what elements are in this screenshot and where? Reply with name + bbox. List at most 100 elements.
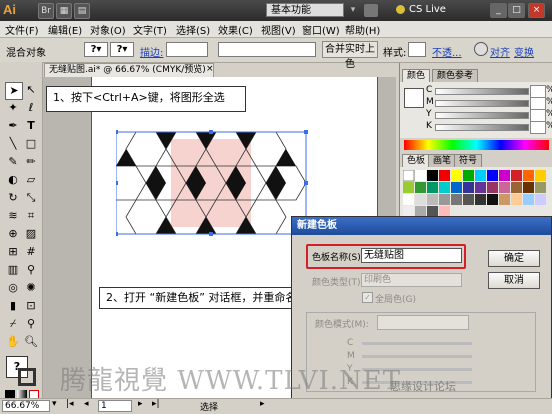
opacity-link[interactable]: 不透... [432, 44, 462, 59]
transform-link[interactable]: 变换 [514, 44, 534, 59]
cancel-button[interactable]: 取消 [488, 272, 540, 289]
direct-selection-tool-icon[interactable]: ↖ [23, 82, 39, 98]
live-paint-tool-icon[interactable]: ▨ [23, 226, 39, 242]
artboard-tool-icon[interactable]: ⊡ [23, 298, 39, 314]
perspective-grid-tool-icon[interactable]: ⊞ [5, 244, 21, 260]
menu-effect[interactable]: 效果(C) [218, 22, 253, 37]
free-transform-tool-icon[interactable]: ⌗ [23, 208, 39, 224]
zoom-dropdown-icon[interactable]: ▾ [52, 399, 57, 409]
shape-builder-tool-icon[interactable]: ⊕ [5, 226, 21, 242]
step1-callout: 1、按下<Ctrl+A>键，将图形全选 [46, 86, 246, 112]
rectangle-tool-icon[interactable]: □ [23, 136, 39, 152]
status-menu-icon[interactable]: ▸ [260, 399, 265, 409]
lasso-tool-icon[interactable]: ℓ [23, 100, 39, 116]
menu-edit[interactable]: 编辑(E) [48, 22, 82, 37]
blend-tool-icon[interactable]: ◎ [5, 280, 21, 296]
line-tool-icon[interactable]: ╲ [5, 136, 21, 152]
minimize-icon[interactable]: _ [490, 3, 507, 18]
swatch-grid[interactable] [403, 170, 550, 218]
slider-m[interactable] [435, 100, 529, 107]
menu-help[interactable]: 帮助(H) [345, 22, 380, 37]
artboard-number-field[interactable]: 1 [98, 400, 132, 412]
swatches-panel [400, 167, 552, 221]
document-tab[interactable]: 无缝贴图.ai* @ 66.67% (CMYK/预览) [44, 63, 214, 77]
tab-symbols[interactable]: 符号 [454, 154, 483, 167]
menu-view[interactable]: 视图(V) [261, 22, 296, 37]
eyedropper-tool-icon[interactable]: ⚲ [23, 262, 39, 278]
cs-live-label[interactable]: CS Live [409, 4, 446, 15]
tab-swatches[interactable]: 色板 [402, 154, 431, 167]
slider-y[interactable] [435, 112, 529, 119]
tab-brushes[interactable]: 画笔 [428, 154, 457, 167]
global-checkbox[interactable]: ✓ [362, 292, 373, 303]
layout-icon[interactable]: ▤ [74, 3, 90, 19]
k-value-input[interactable] [530, 121, 546, 134]
graphic-style-dropdown[interactable] [408, 42, 426, 57]
pen-tool-icon[interactable]: ✒ [5, 118, 21, 134]
symbol-sprayer-tool-icon[interactable]: ✺ [23, 280, 39, 296]
recolor-icon[interactable] [474, 42, 488, 56]
slice-tool-icon[interactable]: ⌿ [5, 316, 21, 332]
bridge-icon[interactable]: Br [38, 3, 54, 19]
arrange-icon[interactable]: ▦ [56, 3, 72, 19]
stroke-label[interactable]: 描边: [140, 44, 163, 59]
fill-swatch-icon[interactable] [404, 88, 424, 108]
type-tool-icon[interactable]: T [23, 118, 39, 134]
workspace-switcher[interactable]: 基本功能 [266, 3, 344, 17]
menu-file[interactable]: 文件(F) [5, 22, 39, 37]
blob-brush-tool-icon[interactable]: ◐ [5, 172, 21, 188]
tab-color[interactable]: 颜色 [402, 69, 431, 82]
mesh-tool-icon[interactable]: # [23, 244, 39, 260]
first-artboard-icon[interactable]: |◂ [66, 399, 74, 409]
zoom-field[interactable]: 66.67% [2, 400, 50, 412]
chevron-down-icon[interactable]: ▾ [348, 3, 358, 17]
global-label: 全局色(G) [375, 295, 416, 305]
align-link[interactable]: 对齐 [490, 44, 510, 59]
merge-live-paint-button[interactable]: 合并实时上色 [322, 41, 378, 70]
menu-object[interactable]: 对象(O) [90, 22, 126, 37]
control-bar: 混合对象 ?▾ ?▾ 描边: 合并实时上色 样式: 不透... 对齐 变换 [0, 38, 552, 70]
zoom-tool-icon[interactable]: ⚲ [23, 316, 39, 332]
menu-window[interactable]: 窗口(W) [302, 22, 340, 37]
tab-color-guide[interactable]: 颜色参考 [432, 69, 479, 82]
pencil-tool-icon[interactable]: ✏ [23, 154, 39, 170]
color-type-dropdown[interactable]: 印刷色 [361, 273, 462, 287]
ok-button[interactable]: 确定 [488, 250, 540, 267]
color-spectrum-bar[interactable] [404, 140, 549, 150]
dlg-channel-c: C [347, 338, 354, 348]
slider-k[interactable] [435, 124, 529, 131]
hexagram-pattern[interactable] [116, 127, 316, 237]
paintbrush-tool-icon[interactable]: ✎ [5, 154, 21, 170]
last-artboard-icon[interactable]: ▸| [152, 399, 160, 409]
zoom-icon[interactable]: 🔍︎ [23, 334, 39, 350]
selection-tool-icon[interactable]: ➤ [5, 82, 23, 100]
variable-width-dropdown[interactable] [218, 42, 316, 57]
previous-artboard-icon[interactable]: ◂ [84, 399, 89, 409]
rotate-tool-icon[interactable]: ↻ [5, 190, 21, 206]
column-graph-tool-icon[interactable]: ▮ [5, 298, 21, 314]
app-logo: Ai [3, 2, 16, 17]
stroke-weight-input[interactable] [166, 42, 208, 57]
maximize-icon[interactable]: □ [508, 3, 525, 18]
eraser-tool-icon[interactable]: ▱ [23, 172, 39, 188]
gradient-tool-icon[interactable]: ▥ [5, 262, 21, 278]
search-icon[interactable] [364, 4, 378, 17]
next-artboard-icon[interactable]: ▸ [138, 399, 143, 409]
fill-color-dropdown[interactable]: ?▾ [84, 42, 108, 57]
menu-select[interactable]: 选择(S) [176, 22, 210, 37]
stroke-swatch-icon[interactable] [18, 368, 36, 386]
dialog-title: 新建色板 [292, 217, 551, 235]
slider-c[interactable] [435, 88, 529, 95]
color-mode-dropdown[interactable] [377, 315, 469, 330]
scale-tool-icon[interactable]: ⤡ [23, 190, 39, 206]
swatch-name-input[interactable]: 无缝贴图 [361, 248, 462, 263]
hand-tool-icon[interactable]: ✋ [5, 334, 21, 350]
menu-type[interactable]: 文字(T) [133, 22, 167, 37]
stroke-color-dropdown[interactable]: ?▾ [110, 42, 134, 57]
width-tool-icon[interactable]: ≋ [5, 208, 21, 224]
close-icon[interactable]: × [528, 3, 545, 18]
dlg-slider-m[interactable] [362, 355, 472, 358]
dlg-slider-c[interactable] [362, 342, 472, 345]
magic-wand-tool-icon[interactable]: ✦ [5, 100, 21, 116]
close-tab-icon[interactable]: × [206, 64, 214, 74]
